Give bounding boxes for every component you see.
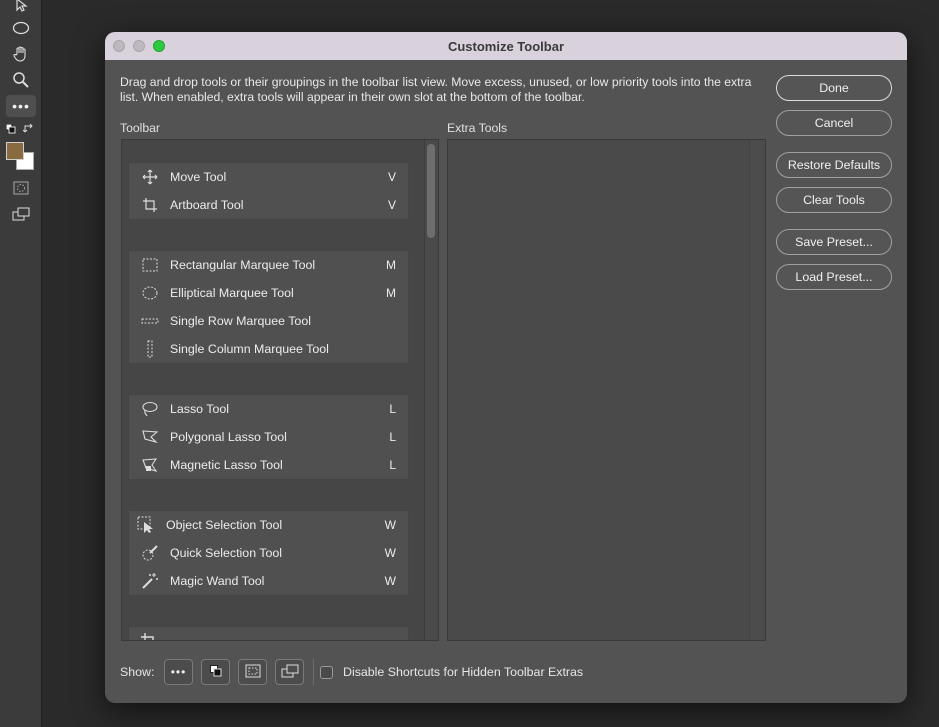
tool-shortcut: W bbox=[384, 518, 396, 532]
tool-name: Move Tool bbox=[170, 170, 227, 184]
close-window-button[interactable] bbox=[113, 40, 125, 52]
tool-name: Quick Selection Tool bbox=[170, 546, 283, 560]
tool-group[interactable]: Lasso Tool L Polygonal Lasso Tool L Magn… bbox=[128, 394, 409, 480]
tool-shortcut: L bbox=[389, 430, 396, 444]
tool-shortcut: M bbox=[386, 286, 396, 300]
magnetic-lasso-icon bbox=[141, 456, 159, 474]
tool-item[interactable]: Object Selection Tool W bbox=[129, 511, 408, 539]
tool-shortcut: M bbox=[386, 258, 396, 272]
row-marquee-icon bbox=[141, 312, 159, 330]
foreground-color-swatch[interactable] bbox=[6, 142, 24, 160]
customize-toolbar-dialog: Customize Toolbar Drag and drop tools or… bbox=[105, 32, 907, 703]
polygonal-lasso-icon bbox=[141, 428, 159, 446]
tool-group[interactable]: Rectangular Marquee Tool M Elliptical Ma… bbox=[128, 250, 409, 364]
done-button[interactable]: Done bbox=[776, 75, 892, 101]
tool-shortcut: L bbox=[389, 458, 396, 472]
disable-shortcuts-checkbox[interactable] bbox=[320, 666, 333, 679]
more-tools-icon[interactable]: ••• bbox=[6, 95, 36, 117]
tool-item[interactable]: Move Tool V bbox=[129, 163, 408, 191]
show-screen-mode-button[interactable] bbox=[275, 659, 304, 685]
crop-icon bbox=[141, 633, 157, 640]
extra-tools-scrollbar[interactable] bbox=[749, 140, 765, 640]
tool-name: Single Row Marquee Tool bbox=[170, 314, 311, 328]
restore-defaults-button[interactable]: Restore Defaults bbox=[776, 152, 892, 178]
load-preset-button[interactable]: Load Preset... bbox=[776, 264, 892, 290]
tool-group[interactable] bbox=[128, 626, 409, 640]
show-default-colors-button[interactable] bbox=[201, 659, 230, 685]
column-marquee-icon bbox=[141, 340, 159, 358]
tool-name: Object Selection Tool bbox=[166, 518, 283, 532]
ellipse-tool-icon[interactable] bbox=[8, 17, 34, 39]
zoom-window-button[interactable] bbox=[153, 40, 165, 52]
scrollbar-thumb[interactable] bbox=[427, 144, 435, 238]
default-colors-icon[interactable] bbox=[5, 123, 16, 136]
quick-mask-icon bbox=[245, 664, 261, 681]
tool-item[interactable]: Quick Selection Tool W bbox=[129, 539, 408, 567]
extra-tools-label: Extra Tools bbox=[447, 121, 508, 135]
dialog-title: Customize Toolbar bbox=[447, 38, 565, 54]
tool-name: Single Column Marquee Tool bbox=[170, 342, 329, 356]
save-preset-button[interactable]: Save Preset... bbox=[776, 229, 892, 255]
show-more-tools-button[interactable]: ••• bbox=[164, 659, 193, 685]
quick-selection-icon bbox=[141, 544, 159, 562]
tool-item[interactable]: Lasso Tool L bbox=[129, 395, 408, 423]
dialog-footer: Show: ••• Disable Shortcuts for Hidden T… bbox=[105, 652, 907, 692]
tool-shortcut: V bbox=[387, 170, 396, 184]
tool-item[interactable]: Elliptical Marquee Tool M bbox=[129, 279, 408, 307]
tool-name: Elliptical Marquee Tool bbox=[170, 286, 294, 300]
tool-shortcut: W bbox=[384, 546, 396, 560]
tool-item[interactable]: Single Column Marquee Tool bbox=[129, 335, 408, 363]
screen-mode-icon[interactable] bbox=[8, 203, 34, 225]
extra-tools-list[interactable] bbox=[447, 139, 766, 641]
tool-item[interactable]: Polygonal Lasso Tool L bbox=[129, 423, 408, 451]
more-tools-icon: ••• bbox=[170, 665, 187, 679]
tool-item[interactable]: Artboard Tool V bbox=[129, 191, 408, 219]
quick-mask-icon[interactable] bbox=[8, 177, 34, 199]
tool-shortcut: V bbox=[387, 198, 396, 212]
move-icon bbox=[141, 168, 159, 186]
lasso-icon bbox=[141, 400, 159, 418]
default-colors-icon bbox=[209, 664, 222, 680]
tool-name: Lasso Tool bbox=[170, 402, 230, 416]
rect-marquee-icon bbox=[141, 256, 159, 274]
toolbar-list-scrollbar[interactable] bbox=[424, 140, 438, 640]
tool-name: Artboard Tool bbox=[170, 198, 244, 212]
tool-group[interactable]: Move Tool V Artboard Tool V bbox=[128, 162, 409, 220]
artboard-icon bbox=[141, 196, 159, 214]
screen-mode-icon bbox=[281, 664, 299, 681]
object-selection-icon bbox=[137, 516, 155, 534]
hand-tool-icon[interactable] bbox=[8, 43, 34, 65]
zoom-tool-icon[interactable] bbox=[8, 69, 34, 91]
disable-shortcuts-label[interactable]: Disable Shortcuts for Hidden Toolbar Ext… bbox=[343, 665, 583, 679]
magic-wand-icon bbox=[141, 572, 159, 590]
tool-group[interactable]: Object Selection Tool W Quick Selection … bbox=[128, 510, 409, 596]
ellipse-marquee-icon bbox=[141, 284, 159, 302]
footer-divider bbox=[313, 659, 314, 685]
show-quick-mask-button[interactable] bbox=[238, 659, 267, 685]
dialog-titlebar: Customize Toolbar bbox=[105, 32, 907, 60]
tool-item[interactable]: Magnetic Lasso Tool L bbox=[129, 451, 408, 479]
toolbar-list-label: Toolbar bbox=[120, 121, 160, 135]
tool-item[interactable]: Single Row Marquee Tool bbox=[129, 307, 408, 335]
dialog-description: Drag and drop tools or their groupings i… bbox=[120, 75, 752, 104]
tool-name: Rectangular Marquee Tool bbox=[170, 258, 316, 272]
tool-shortcut: W bbox=[384, 574, 396, 588]
show-label: Show: bbox=[120, 665, 155, 679]
swap-colors-icon[interactable] bbox=[22, 123, 35, 137]
tool-item[interactable]: Magic Wand Tool W bbox=[129, 567, 408, 595]
photoshop-toolbar: ••• bbox=[0, 0, 42, 727]
tool-shortcut: L bbox=[389, 402, 396, 416]
tool-name: Magnetic Lasso Tool bbox=[170, 458, 283, 472]
tool-name: Polygonal Lasso Tool bbox=[170, 430, 287, 444]
selection-arrow-icon[interactable] bbox=[8, 0, 34, 16]
minimize-window-button[interactable] bbox=[133, 40, 145, 52]
tool-name: Magic Wand Tool bbox=[170, 574, 265, 588]
clear-tools-button[interactable]: Clear Tools bbox=[776, 187, 892, 213]
toolbar-list[interactable]: Move Tool V Artboard Tool V Rectangular … bbox=[121, 139, 439, 641]
tool-item[interactable]: Rectangular Marquee Tool M bbox=[129, 251, 408, 279]
cancel-button[interactable]: Cancel bbox=[776, 110, 892, 136]
